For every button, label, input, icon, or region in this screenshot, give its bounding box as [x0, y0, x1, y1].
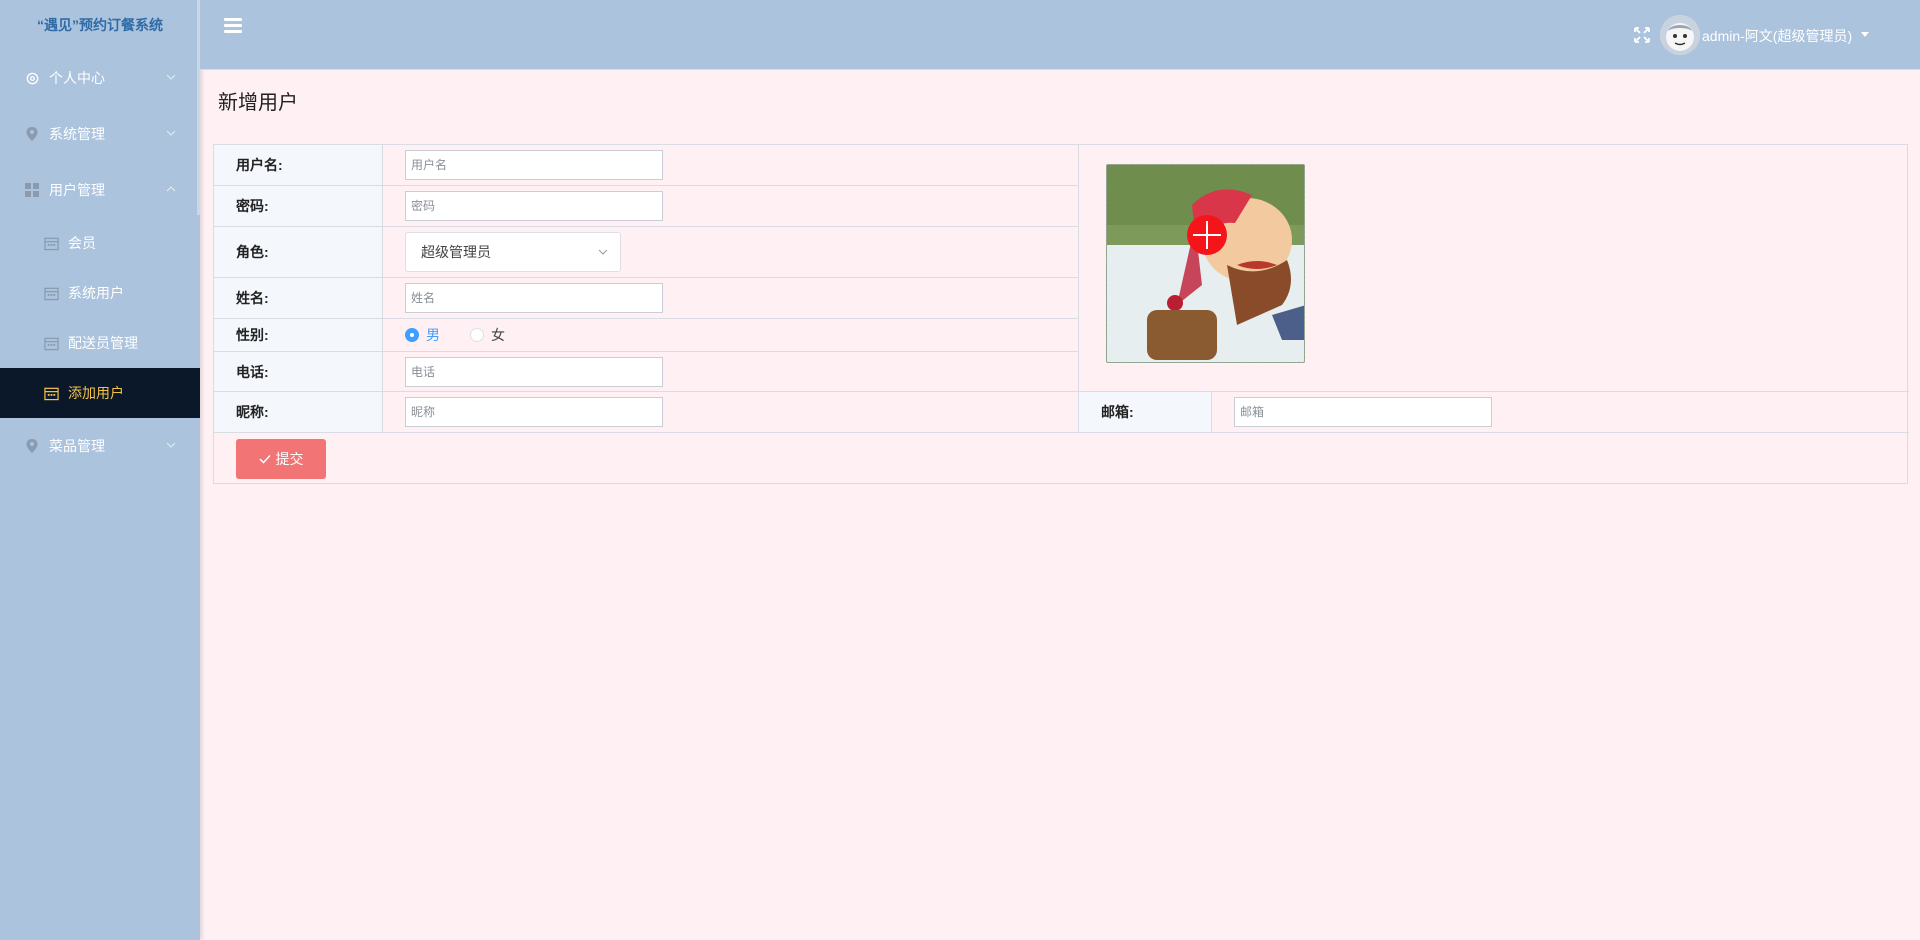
sidebar-subitem-label: 添加用户 [68, 385, 124, 401]
sidebar-item-user-management[interactable]: 用户管理 [0, 162, 200, 218]
phone-input[interactable] [405, 356, 663, 387]
check-icon [258, 454, 271, 464]
location-icon [24, 438, 40, 454]
sidebar-item-dish-management[interactable]: 菜品管理 [0, 418, 200, 474]
calendar-icon [43, 385, 59, 401]
grid-icon [24, 182, 40, 198]
sidebar-subitem-label: 系统用户 [68, 285, 124, 301]
sidebar-subitem-courier-management[interactable]: 配送员管理 [0, 318, 200, 368]
gender-label: 性别: [214, 319, 383, 351]
avatar-upload[interactable] [1106, 164, 1305, 363]
radio-checked-icon [405, 328, 419, 342]
chevron-down-icon [598, 249, 608, 255]
sidebar-subitem-label: 会员 [68, 235, 96, 251]
sidebar-item-label: 个人中心 [49, 70, 105, 86]
nickname-input[interactable] [405, 397, 663, 427]
form-row-phone: 电话: [214, 352, 1078, 392]
form-row-gender: 性别: 男 女 [214, 319, 1078, 352]
name-field-cell [383, 278, 663, 318]
caret-down-icon[interactable] [1861, 32, 1869, 37]
submit-button[interactable]: 提交 [236, 439, 326, 479]
radio-label: 男 [426, 327, 440, 343]
name-label: 姓名: [214, 278, 383, 318]
sidebar-subitem-members[interactable]: 会员 [0, 218, 200, 268]
role-label: 角色: [214, 227, 383, 277]
sidebar-item-label: 菜品管理 [49, 438, 105, 454]
app-brand: “遇见”预约订餐系统 [37, 17, 163, 33]
chevron-down-icon [166, 74, 176, 80]
sidebar-subitem-system-users[interactable]: 系统用户 [0, 268, 200, 318]
role-select[interactable]: 超级管理员 [405, 232, 621, 272]
add-user-form: 用户名: 密码: 角色: 超级管理员 姓名: 性别: [213, 144, 1909, 484]
gear-icon [24, 70, 40, 86]
nickname-field-cell [383, 392, 663, 432]
page-title: 新增用户 [218, 92, 298, 114]
sidebar-subitem-label: 配送员管理 [68, 335, 138, 351]
password-label: 密码: [214, 186, 383, 226]
phone-label: 电话: [214, 352, 383, 391]
submit-label: 提交 [275, 451, 304, 467]
user-menu[interactable]: admin-阿文(超级管理员) [1702, 26, 1852, 46]
calendar-icon [43, 285, 59, 301]
password-input[interactable] [405, 191, 663, 221]
form-row-nickname-email: 昵称: 邮箱: [214, 392, 1909, 433]
username-field-cell [383, 145, 663, 185]
add-image-badge [1187, 215, 1227, 255]
sidebar: “遇见”预约订餐系统 个人中心 系统管理 用户管理 会员 系统用户 配送员管理 … [0, 0, 200, 940]
username-input[interactable] [405, 150, 663, 180]
sidebar-item-personal-center[interactable]: 个人中心 [0, 50, 200, 106]
sidebar-item-label: 用户管理 [49, 182, 105, 198]
calendar-icon [43, 235, 59, 251]
radio-label: 女 [491, 327, 505, 343]
sidebar-subitem-add-user[interactable]: 添加用户 [0, 368, 200, 418]
role-selected-value: 超级管理员 [421, 244, 491, 260]
avatar[interactable] [1660, 15, 1700, 55]
password-field-cell [383, 186, 663, 226]
username-label: 用户名: [214, 145, 383, 185]
gender-field-cell: 男 女 [383, 319, 535, 351]
gender-radio-male[interactable]: 男 [405, 325, 440, 345]
chevron-down-icon [166, 442, 176, 448]
fullscreen-icon[interactable] [1633, 26, 1651, 44]
calendar-icon [43, 335, 59, 351]
nickname-label: 昵称: [214, 392, 383, 432]
phone-field-cell [383, 352, 663, 391]
email-input[interactable] [1234, 397, 1492, 427]
gender-radio-female[interactable]: 女 [470, 325, 505, 345]
email-label: 邮箱: [1078, 392, 1212, 432]
form-row-username: 用户名: [214, 145, 1078, 186]
chevron-up-icon [166, 186, 176, 192]
form-row-role: 角色: 超级管理员 [214, 227, 1078, 278]
column-divider [1078, 145, 1079, 392]
form-row-name: 姓名: [214, 278, 1078, 319]
sidebar-item-system-management[interactable]: 系统管理 [0, 106, 200, 162]
menu-toggle-icon[interactable] [224, 18, 242, 34]
email-field-cell [1212, 392, 1492, 432]
role-field-cell: 超级管理员 [383, 227, 621, 277]
chevron-down-icon [166, 130, 176, 136]
radio-unchecked-icon [470, 328, 484, 342]
name-input[interactable] [405, 283, 663, 313]
top-header: admin-阿文(超级管理员) [200, 0, 1920, 70]
plus-icon [1193, 221, 1221, 249]
avatar-preview-image [1107, 165, 1304, 362]
location-icon [24, 126, 40, 142]
sidebar-item-label: 系统管理 [49, 126, 105, 142]
form-row-password: 密码: [214, 186, 1078, 227]
gender-radio-group: 男 女 [405, 325, 535, 345]
